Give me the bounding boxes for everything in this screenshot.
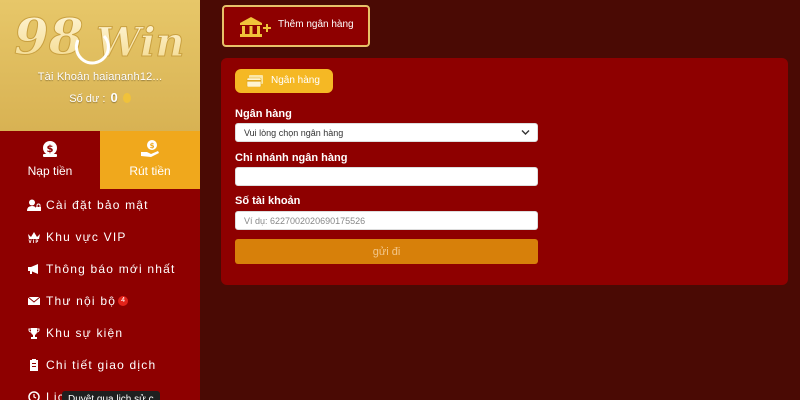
sidebar-item-label: Chi tiết giao dịch [46,358,157,372]
sidebar-menu: Cài đặt bảo mật VIP Khu vực VIP Thông bá… [0,189,200,400]
trophy-icon [27,327,41,339]
bank-select-value: Vui lòng chọn ngân hàng [244,127,344,138]
unread-badge: 4 [118,296,129,306]
bank-section-pill: Ngân hàng [235,69,333,93]
bank-section-label: Ngân hàng [271,75,320,86]
svg-text:98: 98 [14,7,84,66]
sidebar-item-events[interactable]: Khu sự kiện [0,317,200,349]
branch-input[interactable] [235,167,538,186]
sidebar-item-label: Khu vực VIP [46,230,127,244]
card-icon [246,75,264,87]
bank-field-label: Ngân hàng [235,108,292,120]
balance-label: Số dư : [69,93,106,105]
megaphone-icon [27,263,41,275]
tab-withdraw[interactable]: $ Rút tiền [100,131,200,189]
sidebar-item-vip[interactable]: VIP Khu vực VIP [0,221,200,253]
account-name: Tài Khoản haiananh12... [37,71,163,83]
sidebar-item-label: Cài đặt bảo mật [46,198,149,212]
clipboard-icon [27,359,41,371]
sidebar-item-inbox[interactable]: Thư nội bộ 4 [0,285,200,317]
sidebar-item-label: Thông báo mới nhất [46,262,176,276]
svg-text:$: $ [47,144,54,155]
sidebar-item-label: Khu sự kiện [46,326,124,340]
brand-logo: 98 Win [12,6,192,68]
account-number-label: Số tài khoản [235,195,301,207]
bank-plus-icon [238,16,272,38]
sidebar-item-transactions[interactable]: Chi tiết giao dịch [0,349,200,381]
account-card: 98 Win Tài Khoản haiananh12... Số dư : 0 [0,0,200,131]
bank-form-panel: Ngân hàng Ngân hàng Vui lòng chọn ngân h… [221,58,788,285]
sidebar-item-security[interactable]: Cài đặt bảo mật [0,189,200,221]
sidebar: 98 Win Tài Khoản haiananh12... Số dư : 0… [0,0,200,400]
balance: Số dư : 0 [0,90,200,105]
bank-select[interactable]: Vui lòng chọn ngân hàng [235,123,538,142]
add-bank-button[interactable]: Thêm ngân hàng [222,5,370,47]
tab-withdraw-label: Rút tiền [129,164,171,178]
svg-text:VIP: VIP [28,239,39,243]
mail-icon [27,295,41,307]
tab-deposit-label: Nạp tiền [27,164,73,178]
hand-money-icon: $ [100,139,200,159]
history-icon [27,391,41,400]
sidebar-item-label: Thư nội bộ [46,294,117,308]
account-number-input[interactable]: Ví dụ: 6227002020690175526 [235,211,538,230]
chevron-down-icon [521,129,530,136]
svg-text:$: $ [150,142,155,150]
user-lock-icon [27,199,41,211]
sidebar-item-notifications[interactable]: Thông báo mới nhất [0,253,200,285]
coin-icon [122,93,131,103]
submit-button[interactable]: gửi đi [235,239,538,264]
balance-value: 0 [110,90,118,105]
history-tooltip: Duyệt qua lịch sử c [62,391,160,400]
tab-deposit[interactable]: $ Nạp tiền [0,131,100,189]
dollar-bag-icon: $ [0,139,100,159]
branch-field-label: Chi nhánh ngân hàng [235,152,348,164]
add-bank-label: Thêm ngân hàng [278,19,354,30]
vip-crown-icon: VIP [27,231,41,243]
wallet-tabs: $ Nạp tiền $ Rút tiền [0,131,200,189]
